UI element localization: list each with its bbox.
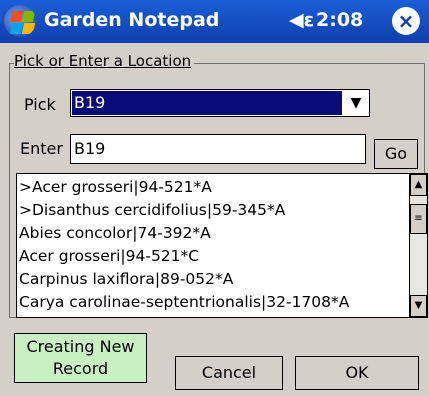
location-list[interactable]: >Acer grosseri|94-521*A >Disanthus cerci…: [16, 173, 428, 318]
enter-input[interactable]: B19: [70, 134, 366, 164]
status-line-1: Creating New: [26, 337, 135, 356]
list-item[interactable]: >Disanthus cercidifolius|59-345*A: [19, 199, 349, 222]
list-item[interactable]: >Acer grosseri|94-521*A: [19, 176, 349, 199]
pick-select[interactable]: B19 ▼: [70, 89, 370, 117]
pick-label: Pick: [24, 95, 56, 114]
title-bar: Garden Notepad ◀ε 2:08 ×: [0, 0, 429, 43]
list-item[interactable]: Acer grosseri|94-521*C: [19, 245, 349, 268]
scroll-down-icon[interactable]: ▼: [410, 295, 427, 317]
list-scrollbar[interactable]: ▲ ≡ ▼: [409, 174, 427, 317]
list-item[interactable]: Carya carolinae-septentrionalis|32-1708*…: [19, 291, 349, 314]
windows-start-icon[interactable]: [4, 5, 36, 37]
start-icon-green: [21, 11, 36, 22]
app-title: Garden Notepad: [44, 9, 220, 31]
cancel-button[interactable]: Cancel: [175, 356, 283, 390]
list-item[interactable]: Abies concolor|74-392*A: [19, 222, 349, 245]
ok-button[interactable]: OK: [295, 356, 419, 390]
scroll-thumb[interactable]: ≡: [410, 204, 427, 234]
list-item[interactable]: Carpinus laxiflora|89-052*A: [19, 268, 349, 291]
scroll-up-icon[interactable]: ▲: [410, 174, 427, 196]
clock[interactable]: 2:08: [316, 9, 363, 31]
close-button[interactable]: ×: [392, 7, 420, 35]
go-button[interactable]: Go: [374, 139, 418, 169]
status-badge: Creating New Record: [14, 333, 147, 383]
location-group-legend: Pick or Enter a Location: [14, 52, 195, 70]
status-line-2: Record: [52, 359, 109, 378]
start-icon-yellow: [21, 23, 36, 34]
pick-selected-value[interactable]: B19: [72, 91, 342, 115]
volume-icon[interactable]: ◀ε: [289, 9, 314, 31]
enter-label: Enter: [20, 139, 63, 158]
dropdown-arrow-icon[interactable]: ▼: [343, 90, 369, 116]
